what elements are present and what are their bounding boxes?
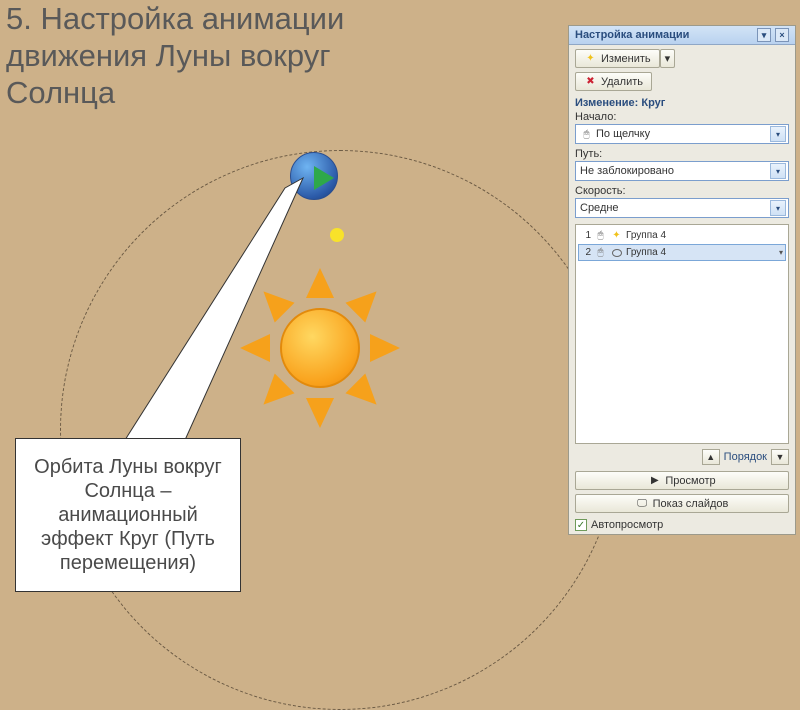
pane-header: Настройка анимации ▾ × xyxy=(569,26,795,45)
item-label: Группа 4 xyxy=(626,230,666,241)
pane-title: Настройка анимации xyxy=(575,29,689,41)
pane-menu-icon[interactable]: ▾ xyxy=(757,28,771,42)
speed-value: Средне xyxy=(580,202,619,214)
path-select[interactable]: Не заблокировано ▾ xyxy=(575,161,789,181)
slideshow-icon: 🖵 xyxy=(636,497,649,510)
callout-box: Орбита Луны вокруг Солнца – анимационный… xyxy=(15,438,241,592)
animation-list[interactable]: 1 🖱 ✦ Группа 4 2 🖱 Группа 4 ▾ xyxy=(575,224,789,444)
star-icon: ✦ xyxy=(610,229,623,242)
list-item[interactable]: 1 🖱 ✦ Группа 4 xyxy=(578,227,786,244)
effect-section-title: Изменение: Круг xyxy=(569,95,795,111)
chevron-down-icon: ▾ xyxy=(770,200,786,216)
autoplay-label: Автопросмотр xyxy=(591,519,663,531)
callout-pointer xyxy=(125,178,305,458)
motion-path-start-icon xyxy=(314,166,334,190)
remove-button[interactable]: ✖ Удалить xyxy=(575,72,652,91)
preview-button-label: Просмотр xyxy=(665,475,715,487)
change-dropdown-icon[interactable]: ▾ xyxy=(660,49,676,68)
path-label: Путь: xyxy=(569,148,795,161)
mouse-icon: 🖱 xyxy=(594,229,607,242)
page-title: 5. Настройка анимации движения Луны вокр… xyxy=(6,0,386,112)
reorder-controls: ▲ Порядок ▼ xyxy=(569,446,795,468)
chevron-down-icon: ▾ xyxy=(770,126,786,142)
start-select[interactable]: 🖱По щелчку ▾ xyxy=(575,124,789,144)
mouse-icon: 🖱 xyxy=(580,128,593,141)
item-number: 1 xyxy=(581,230,591,241)
play-icon: ▶ xyxy=(648,474,661,487)
change-button-label: Изменить xyxy=(601,53,651,65)
list-item[interactable]: 2 🖱 Группа 4 ▾ xyxy=(578,244,786,261)
moon-graphic xyxy=(330,228,344,242)
item-number: 2 xyxy=(581,247,591,258)
change-button[interactable]: ✦ Изменить xyxy=(575,49,660,68)
circle-path-icon xyxy=(610,246,623,259)
speed-label: Скорость: xyxy=(569,185,795,198)
close-icon[interactable]: × xyxy=(775,28,789,42)
preview-button[interactable]: ▶ Просмотр xyxy=(575,471,789,490)
autoplay-row: ✓ Автопросмотр xyxy=(569,516,795,534)
move-down-button[interactable]: ▼ xyxy=(771,449,789,465)
item-label: Группа 4 xyxy=(626,247,666,258)
delete-icon: ✖ xyxy=(584,75,597,88)
remove-button-label: Удалить xyxy=(601,76,643,88)
path-value: Не заблокировано xyxy=(580,165,674,177)
chevron-down-icon: ▾ xyxy=(770,163,786,179)
slideshow-button-label: Показ слайдов xyxy=(653,498,729,510)
autoplay-checkbox[interactable]: ✓ xyxy=(575,519,587,531)
speed-select[interactable]: Средне ▾ xyxy=(575,198,789,218)
animation-pane: Настройка анимации ▾ × ✦ Изменить ▾ ✖ Уд… xyxy=(568,25,796,535)
chevron-down-icon[interactable]: ▾ xyxy=(779,248,783,257)
mouse-icon: 🖱 xyxy=(594,246,607,259)
move-up-button[interactable]: ▲ xyxy=(702,449,720,465)
slideshow-button[interactable]: 🖵 Показ слайдов xyxy=(575,494,789,513)
star-icon: ✦ xyxy=(584,52,597,65)
callout-text: Орбита Луны вокруг Солнца – анимационный… xyxy=(22,455,234,575)
reorder-label: Порядок xyxy=(724,451,767,463)
start-label: Начало: xyxy=(569,111,795,124)
start-value: По щелчку xyxy=(596,128,650,140)
